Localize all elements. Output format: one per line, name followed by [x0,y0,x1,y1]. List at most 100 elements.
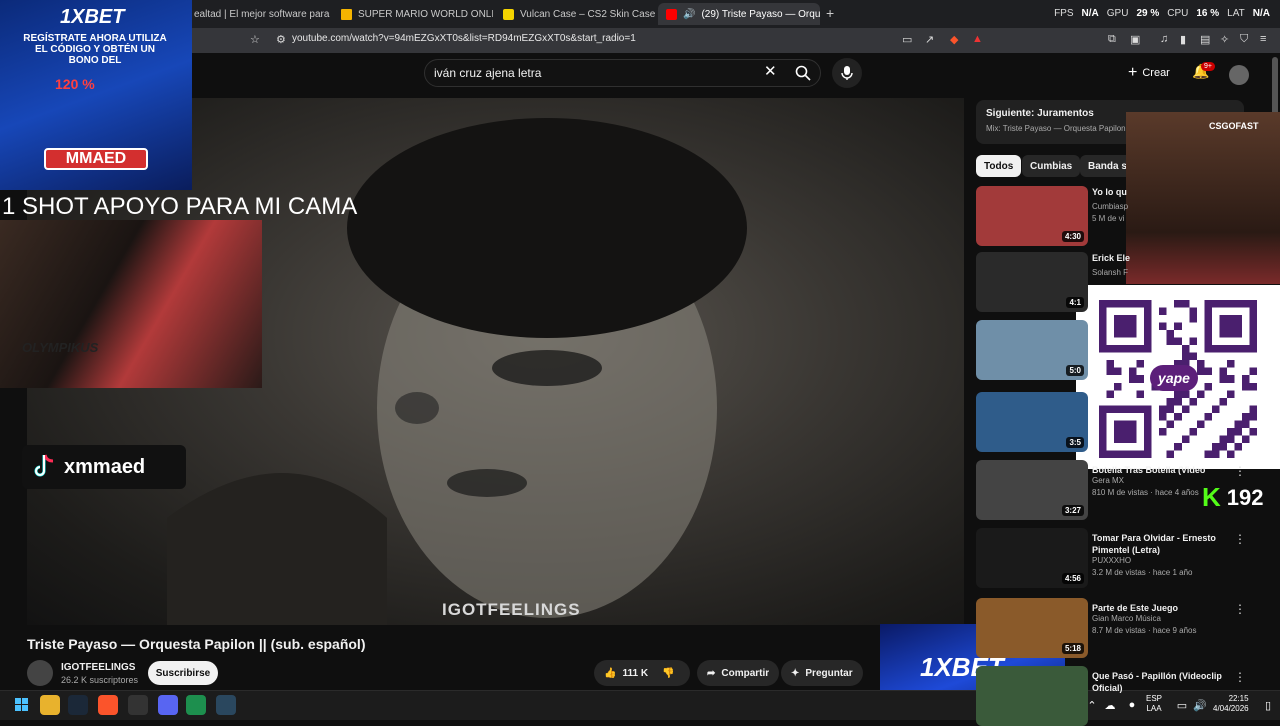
recommendation-thumbnail[interactable]: 5:18 [976,598,1088,658]
qr-module [1211,405,1220,413]
recommendation-thumbnail[interactable]: 3:27 [976,460,1088,520]
recommendation-title[interactable]: Erick Ele [1092,252,1222,264]
brave-browser-icon[interactable] [98,695,118,715]
tray-app-icon[interactable]: ● [1122,695,1142,715]
language-indicator[interactable]: ESP LAA [1146,694,1162,714]
qr-module [1234,427,1242,436]
qr-module [1196,367,1205,376]
kick-count: 192 [1226,484,1264,510]
page-scrollbar[interactable] [1272,57,1278,117]
sidebar-icon[interactable]: ▮ [1180,33,1186,46]
new-tab-button[interactable]: + [826,5,834,21]
create-button[interactable]: + Crear [1128,64,1170,82]
qr-module [1249,367,1257,376]
recommendation-thumbnail[interactable]: 4:30 [976,186,1088,246]
more-options-icon[interactable]: ⋮ [1234,532,1246,546]
channel-name[interactable]: IGOTFEELINGS [61,662,135,673]
steam-active-icon[interactable] [216,695,236,715]
qr-module [1196,360,1205,368]
qr-module [1166,405,1175,413]
url-field[interactable]: youtube.com/watch?v=94mEZGxXT0s&list=RD9… [292,33,636,44]
discord-icon[interactable] [158,695,178,715]
recommendation-title[interactable]: Yo lo qu [1092,186,1222,198]
windows-start-icon[interactable] [12,695,32,715]
recommendation-title[interactable]: Tomar Para Olvidar - Ernesto Pimentel (L… [1092,532,1222,556]
vulcan-favicon-icon [503,8,514,20]
steam-icon[interactable] [68,695,88,715]
network-icon[interactable]: ▭ [1172,695,1192,715]
leo-icon[interactable]: ✧ [1220,33,1229,46]
onedrive-icon[interactable]: ☁ [1100,695,1120,715]
chip-all[interactable]: Todos [976,155,1022,177]
search-input[interactable]: iván cruz ajena letra [434,66,541,80]
tab-2[interactable]: SUPER MARIO WORLD ONLINE juego [333,3,493,25]
video-duration: 4:30 [1061,231,1084,242]
qr-module [1144,300,1152,353]
wallet-icon[interactable]: ▤ [1200,33,1210,46]
screenshot-icon[interactable]: ▣ [1130,33,1140,46]
qr-module [1219,367,1227,376]
voice-search-button[interactable] [832,58,862,88]
address-bar [0,28,1280,53]
chip-cumbias[interactable]: Cumbias [1022,155,1081,177]
like-dislike-group[interactable]: 👍 111 K 👎 [594,660,690,686]
obs-icon[interactable] [128,695,148,715]
clear-search-icon[interactable]: ✕ [764,62,777,80]
volume-icon[interactable]: 🔊 [1190,695,1210,715]
qr-module [1219,435,1227,443]
video-duration: 4:56 [1061,573,1084,584]
media-icon[interactable]: ♫ [1160,33,1168,45]
qr-module [1219,375,1227,383]
recommendation-thumbnail[interactable]: 5:0 [976,320,1088,380]
clock-date: 4/04/2026 [1213,704,1249,713]
recommendation-thumbnail[interactable]: 4:56 [976,528,1088,588]
qr-module [1129,375,1137,383]
qr-module [1181,390,1190,398]
recommendation-title[interactable]: Parte de Este Juego [1092,602,1222,614]
share-icon[interactable]: ↗ [925,33,934,46]
notification-center-icon[interactable]: ▯ [1258,695,1278,715]
qr-module [1114,382,1122,391]
file-explorer-icon[interactable] [40,695,60,715]
video-title: Triste Payaso — Orquesta Papilon || (sub… [27,636,366,652]
recommendation-title[interactable]: Botella Tras Botella (Video [1092,464,1222,476]
thumbs-up-icon[interactable]: 👍 [604,668,616,679]
user-avatar[interactable] [1229,65,1249,85]
rewards-icon[interactable]: ▲ [972,33,983,45]
site-settings-icon[interactable]: ⚙ [276,33,286,46]
tiktok-username: xmmaed [64,455,146,478]
recommendation-thumbnail[interactable]: 3:5 [976,392,1088,452]
menu-icon[interactable]: ≡ [1260,33,1266,45]
search-button[interactable] [788,60,818,86]
more-options-icon[interactable]: ⋮ [1234,602,1246,616]
more-options-icon[interactable]: ⋮ [1234,464,1246,478]
recommendation-title[interactable]: Que Pasó - Papillón (Videoclip Oficial) [1092,670,1222,694]
qr-module [1106,367,1115,376]
share-button[interactable]: ➦ Compartir [697,660,780,686]
cast-icon[interactable]: ▭ [902,33,912,46]
tab-1[interactable]: ealtad | El mejor software para pote [186,3,331,25]
subscribe-button[interactable]: Suscribirse [148,661,218,685]
tab-3[interactable]: Vulcan Case – CS2 Skin Case Opening [495,3,655,25]
channel-avatar[interactable] [27,660,53,686]
excel-icon[interactable] [186,695,206,715]
ad-promo-code: MMAED [44,148,148,170]
plus-icon: + [1128,64,1138,81]
qr-module [1189,352,1197,361]
bookmark-icon[interactable]: ☆ [250,33,260,46]
brave-shield-icon[interactable]: ◆ [950,33,958,46]
system-clock[interactable]: 22:15 4/04/2026 [1213,694,1249,714]
more-options-icon[interactable]: ⋮ [1234,670,1246,684]
qr-module [1189,397,1197,406]
qr-module [1159,427,1167,436]
thumbs-down-icon[interactable]: 👎 [662,668,674,679]
qr-module [1136,390,1145,398]
vpn-icon[interactable]: ⛉ [1240,33,1248,46]
recommendation-thumbnail[interactable]: 4:1 [976,252,1088,312]
extensions-icon[interactable]: ⧉ [1108,33,1116,46]
ask-button[interactable]: ✦ Preguntar [781,660,863,686]
qr-module [1249,300,1257,353]
notification-count-badge: 9+ [1201,62,1215,71]
tab-youtube-active[interactable]: 🔊(29) Triste Payaso — Orquesta✕ [658,3,820,25]
recommendation-thumbnail[interactable] [976,666,1088,726]
